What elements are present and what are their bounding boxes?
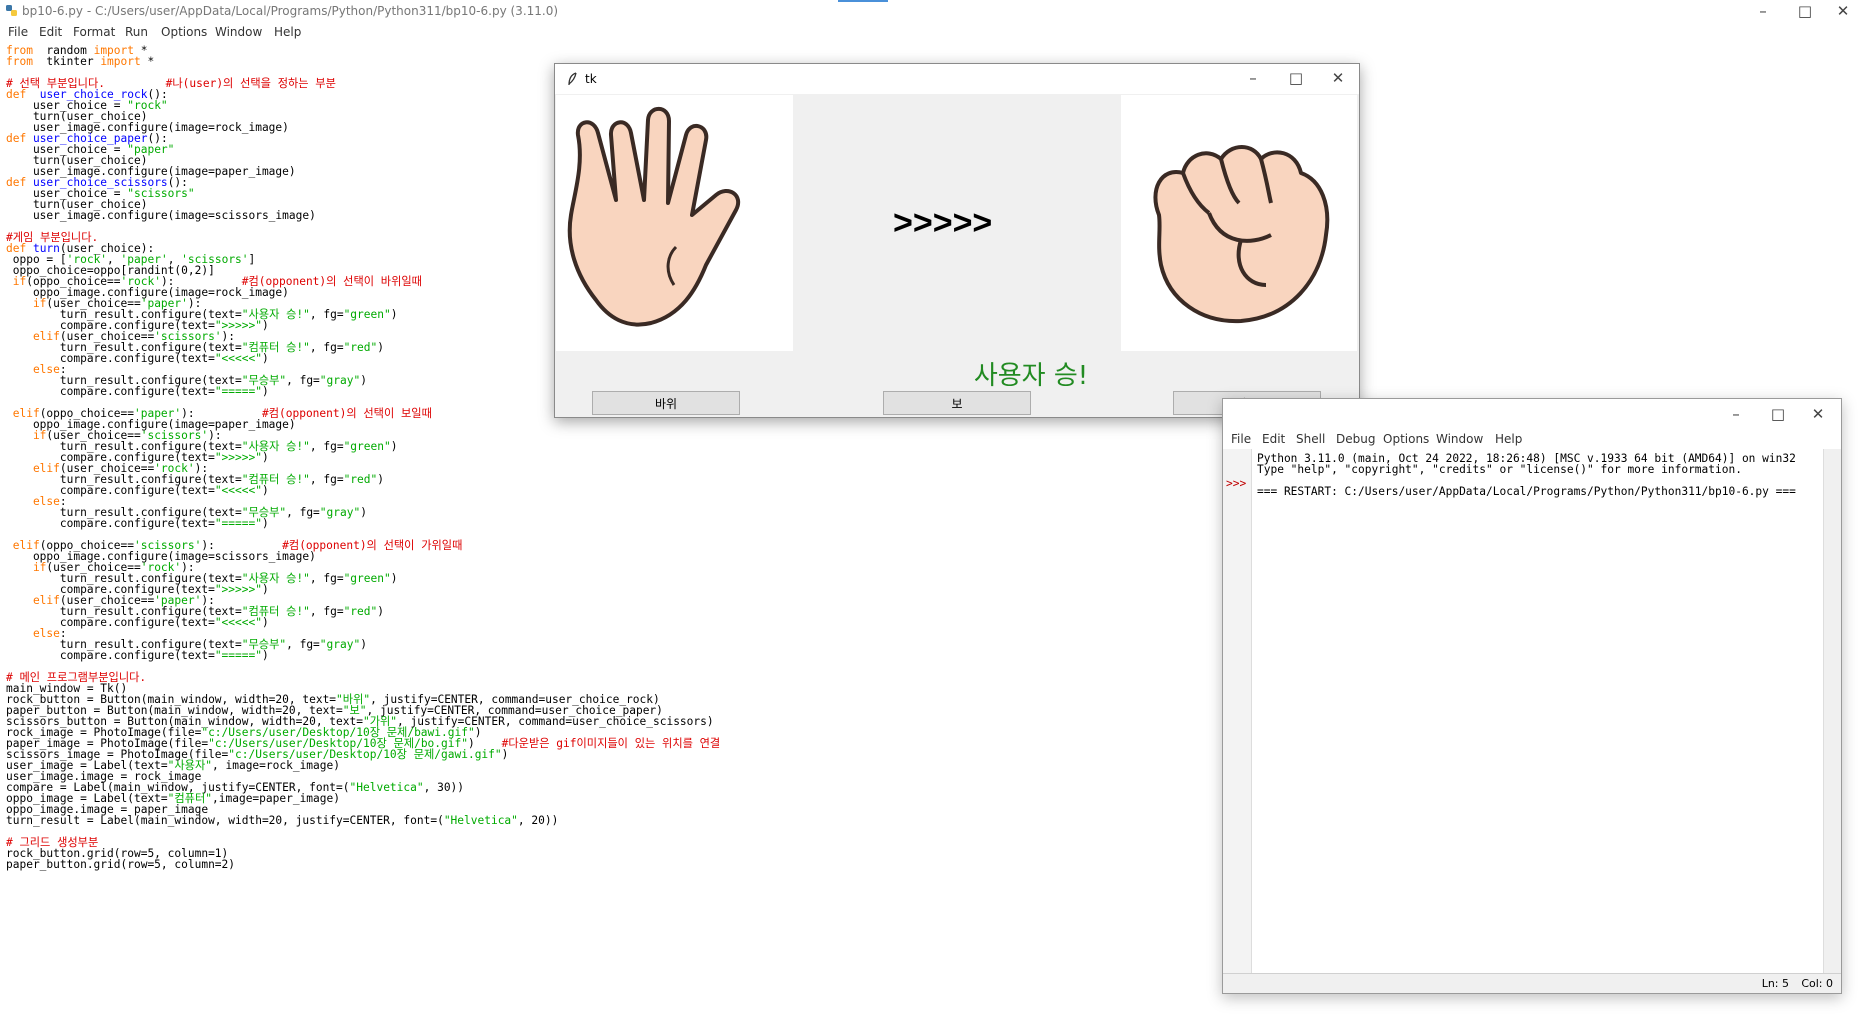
shell-status-bar: Ln: 5 Col: 0	[1223, 973, 1841, 993]
code-line: # 그리드 생성부분	[6, 836, 99, 849]
code-line: paper_button = Button(main_window, width…	[6, 704, 663, 717]
status-column: Col: 0	[1801, 977, 1833, 990]
code-line: from random import *	[6, 44, 148, 57]
code-line: if(user_choice=='scissors'):	[6, 429, 222, 442]
shell-title-bar: – □ ✕	[1223, 399, 1841, 429]
minimize-icon[interactable]: –	[1238, 69, 1268, 87]
opponent-image	[1121, 95, 1357, 351]
shell-scrollbar[interactable]	[1823, 449, 1841, 974]
code-line: scissors_button = Button(main_window, wi…	[6, 715, 714, 728]
code-line: turn_result.configure(text="사용자 승!", fg=…	[6, 440, 398, 453]
maximize-icon[interactable]: □	[1763, 405, 1793, 423]
menu-file[interactable]: File	[8, 25, 28, 39]
menu-shell[interactable]: Shell	[1296, 432, 1325, 446]
code-line: paper_button.grid(row=5, column=2)	[6, 858, 236, 871]
code-line: elif(oppo_choice=='scissors'): #컴(oppone…	[6, 539, 463, 552]
menu-window[interactable]: Window	[1436, 432, 1483, 446]
tk-app-window: tk – □ ✕ >>>>> 사용자 승! 바위 보	[554, 63, 1360, 418]
code-line: turn_result.configure(text="무승부", fg="gr…	[6, 506, 367, 519]
code-line: user_image.image = rock_image	[6, 770, 202, 783]
code-line: turn_result.configure(text="무승부", fg="gr…	[6, 638, 367, 651]
code-line: turn_result = Label(main_window, width=2…	[6, 814, 559, 827]
code-line: oppo_image.image = paper_image	[6, 803, 209, 816]
close-icon[interactable]: ✕	[1828, 2, 1858, 20]
shell-line: === RESTART: C:/Users/user/AppData/Local…	[1257, 485, 1796, 498]
shell-prompt: >>>	[1226, 477, 1247, 490]
maximize-icon[interactable]: □	[1281, 69, 1311, 87]
menu-debug[interactable]: Debug	[1336, 432, 1375, 446]
rock-button[interactable]: 바위	[592, 391, 740, 415]
menu-edit[interactable]: Edit	[39, 25, 62, 39]
user-image	[556, 95, 793, 351]
menu-help[interactable]: Help	[1495, 432, 1522, 446]
menu-edit[interactable]: Edit	[1262, 432, 1285, 446]
python-icon	[6, 5, 17, 16]
shell-window: – □ ✕ File Edit Shell Debug Options Wind…	[1222, 398, 1842, 994]
menu-help[interactable]: Help	[274, 25, 301, 39]
paper-button[interactable]: 보	[883, 391, 1031, 415]
editor-title-bar: bp10-6.py - C:/Users/user/AppData/Local/…	[0, 0, 1859, 22]
shell-gutter: >>>	[1223, 449, 1252, 974]
code-line: elif(user_choice=='rock'):	[6, 462, 209, 475]
tk-title: tk	[585, 72, 597, 86]
tk-body: >>>>> 사용자 승! 바위 보 가위	[555, 95, 1359, 417]
close-icon[interactable]: ✕	[1803, 405, 1833, 423]
code-line: compare = Label(main_window, justify=CEN…	[6, 781, 465, 794]
code-line: turn_result.configure(text="컴퓨터 승!", fg=…	[6, 605, 384, 618]
menu-format[interactable]: Format	[73, 25, 115, 39]
code-line: turn_result.configure(text="사용자 승!", fg=…	[6, 572, 398, 585]
menu-window[interactable]: Window	[215, 25, 262, 39]
editor-title: bp10-6.py - C:/Users/user/AppData/Local/…	[22, 4, 559, 18]
code-line: rock_button = Button(main_window, width=…	[6, 693, 660, 706]
code-line: turn_result.configure(text="컴퓨터 승!", fg=…	[6, 473, 384, 486]
rock-fist-icon	[1153, 145, 1330, 324]
shell-menu-bar: File Edit Shell Debug Options Window Hel…	[1223, 429, 1841, 449]
menu-options[interactable]: Options	[161, 25, 207, 39]
code-line: # 메인 프로그램부분입니다.	[6, 671, 147, 684]
shell-line: Type "help", "copyright", "credits" or "…	[1257, 463, 1742, 476]
shell-line: Python 3.11.0 (main, Oct 24 2022, 18:26:…	[1257, 452, 1796, 465]
shell-output[interactable]: Python 3.11.0 (main, Oct 24 2022, 18:26:…	[1257, 452, 1796, 498]
maximize-icon[interactable]: □	[1790, 2, 1820, 20]
code-line: rock_button.grid(row=5, column=1)	[6, 847, 229, 860]
minimize-icon[interactable]: –	[1721, 405, 1751, 423]
editor-menu-bar: File Edit Format Run Options Window Help	[0, 22, 1859, 42]
close-icon[interactable]: ✕	[1323, 69, 1353, 87]
taskbar-accent	[838, 0, 888, 2]
code-line: paper_image = PhotoImage(file="c:/Users/…	[6, 737, 721, 750]
tk-title-bar: tk – □ ✕	[555, 64, 1359, 94]
status-line: Ln: 5	[1761, 977, 1789, 990]
menu-options[interactable]: Options	[1383, 432, 1429, 446]
code-line: main_window = Tk()	[6, 682, 128, 695]
code-line: if(user_choice=='rock'):	[6, 561, 195, 574]
feather-icon	[568, 72, 577, 86]
minimize-icon[interactable]: –	[1748, 2, 1778, 20]
menu-run[interactable]: Run	[125, 25, 148, 39]
turn-result-label: 사용자 승!	[973, 361, 1089, 391]
menu-file[interactable]: File	[1231, 432, 1251, 446]
code-line: elif(user_choice=='paper'):	[6, 594, 215, 607]
paper-hand-icon	[567, 106, 740, 327]
